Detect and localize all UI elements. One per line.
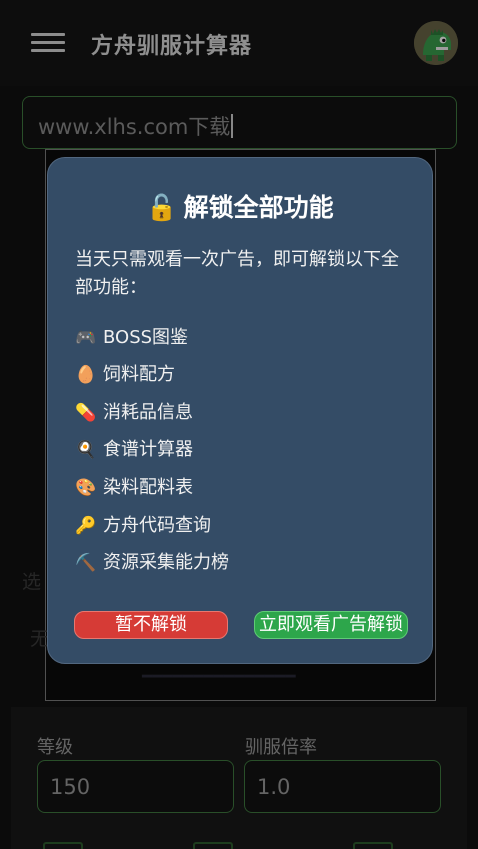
cancel-unlock-button[interactable]: 暂不解锁 <box>74 611 228 639</box>
feature-item: 🥚 饲料配方 <box>75 360 175 386</box>
watch-ad-unlock-button[interactable]: 立即观看广告解锁 <box>254 611 408 639</box>
feature-item: 🎮 BOSS图鉴 <box>75 323 188 349</box>
pill-icon: 💊 <box>75 403 97 423</box>
feature-label: 饲料配方 <box>103 364 175 385</box>
feature-item: ⛏️ 资源采集能力榜 <box>75 548 229 574</box>
dialog-title: 🔓 解锁全部功能 <box>48 188 432 224</box>
feature-label: 染料配料表 <box>103 477 193 498</box>
feature-item: 🍳 食谱计算器 <box>75 435 193 461</box>
feature-label: 消耗品信息 <box>103 402 193 423</box>
feature-item: 💊 消耗品信息 <box>75 398 193 424</box>
pickaxe-icon: ⛏️ <box>75 553 97 573</box>
gamepad-icon: 🎮 <box>75 328 97 348</box>
key-icon: 🔑 <box>75 516 97 536</box>
feature-label: 方舟代码查询 <box>103 515 211 536</box>
unlock-icon: 🔓 <box>146 193 178 222</box>
feature-label: 食谱计算器 <box>103 439 193 460</box>
egg-icon: 🥚 <box>75 365 97 385</box>
unlock-dialog: 🔓 解锁全部功能 当天只需观看一次广告，即可解锁以下全部功能： 🎮 BOSS图鉴 🥚… <box>47 157 433 664</box>
frying-pan-icon: 🍳 <box>75 440 97 460</box>
feature-item: 🔑 方舟代码查询 <box>75 511 211 537</box>
feature-label: 资源采集能力榜 <box>103 552 229 573</box>
dialog-title-text: 解锁全部功能 <box>183 193 334 222</box>
feature-item: 🎨 染料配料表 <box>75 473 193 499</box>
feature-label: BOSS图鉴 <box>103 327 189 348</box>
dialog-description: 当天只需观看一次广告，即可解锁以下全部功能： <box>75 249 399 298</box>
palette-icon: 🎨 <box>75 478 97 498</box>
